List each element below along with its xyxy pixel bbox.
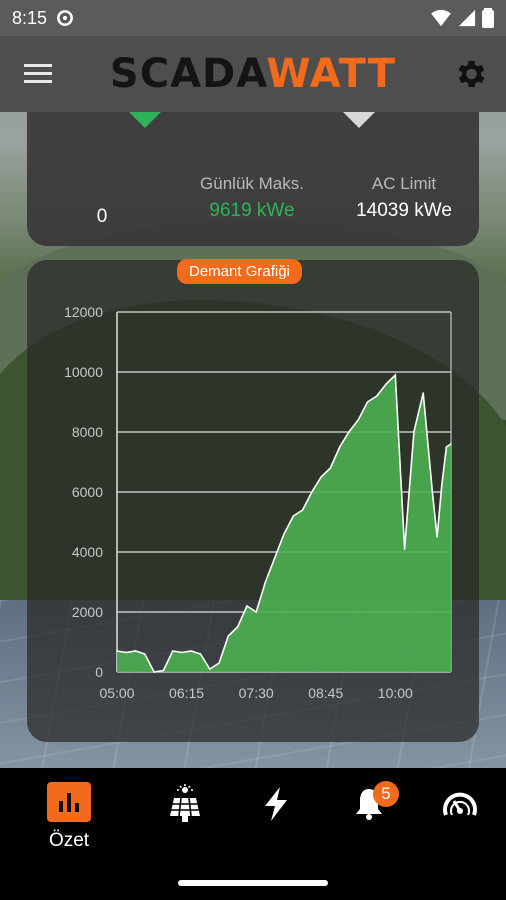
solar-panel-icon: [163, 782, 207, 826]
data-point: [436, 536, 438, 538]
nav-item-notifications[interactable]: 5: [339, 781, 399, 852]
data-point: [116, 650, 118, 652]
data-point: [273, 557, 276, 559]
data-point: [450, 443, 452, 445]
data-point: [264, 581, 267, 583]
nav-label-summary: Özet: [48, 830, 90, 851]
data-point: [125, 651, 128, 654]
data-point: [227, 635, 230, 637]
y-tick-label: 4000: [72, 544, 103, 560]
data-point: [134, 650, 137, 652]
x-tick-label: 08:45: [308, 685, 343, 701]
data-point: [348, 431, 350, 433]
data-point: [445, 446, 448, 448]
data-point: [199, 653, 202, 655]
daily-max-label: Günlük Maks.: [200, 174, 304, 193]
settings-gear-status-icon: [57, 10, 73, 26]
settings-gear-icon[interactable]: [452, 56, 488, 92]
y-tick-label: 6000: [72, 484, 103, 500]
x-tick-label: 10:00: [378, 685, 413, 701]
summary-card: 0 Günlük Maks. 9619 kWe AC Limit 14039 k…: [27, 100, 479, 246]
data-point: [403, 548, 406, 550]
data-point: [144, 653, 146, 655]
data-point: [329, 467, 332, 469]
data-point: [385, 383, 387, 385]
ac-limit-stat: AC Limit 14039 kWe: [339, 174, 469, 222]
wifi-icon: [431, 9, 451, 27]
data-point: [431, 491, 434, 493]
nav-item-solar[interactable]: [155, 782, 215, 852]
left-stat: 0: [82, 200, 122, 228]
x-tick-label: 06:15: [169, 685, 204, 701]
left-stat-value: 0: [96, 206, 108, 227]
ac-limit-label: AC Limit: [371, 174, 437, 193]
data-point: [422, 392, 424, 394]
data-point: [292, 515, 295, 517]
x-tick-label: 05:00: [99, 685, 134, 701]
app-logo: SCADAWATT: [109, 51, 397, 97]
y-tick-label: 12000: [64, 304, 103, 320]
data-point: [311, 491, 313, 493]
data-point: [255, 611, 257, 613]
nav-item-power[interactable]: [246, 782, 306, 852]
y-tick-label: 2000: [72, 604, 103, 620]
daily-max-value: 9619 kWe: [209, 200, 295, 221]
data-point: [153, 671, 155, 673]
y-tick-label: 8000: [72, 424, 103, 440]
gauge-icon: [438, 782, 482, 826]
y-tick-label: 0: [95, 664, 103, 680]
nav-item-gauge[interactable]: [430, 782, 490, 852]
data-point: [208, 668, 211, 670]
lightning-icon: [254, 782, 298, 826]
bar-chart-icon: [47, 782, 91, 822]
demand-chart: 0 2000 4000 6000 8000 10000 12000 05:00 06:15 07:…: [64, 304, 452, 701]
ac-limit-value: 14039 kWe: [356, 200, 452, 221]
data-point: [162, 669, 165, 672]
data-point: [246, 605, 248, 607]
data-point: [357, 419, 360, 421]
data-point: [171, 650, 174, 652]
notification-badge: 5: [373, 781, 399, 807]
data-point: [236, 626, 239, 628]
data-point: [301, 509, 304, 511]
menu-icon[interactable]: [24, 63, 54, 85]
status-time: 8:15: [12, 7, 48, 28]
green-indicator-icon: [129, 112, 161, 128]
white-indicator-icon: [343, 112, 375, 128]
data-point: [181, 651, 183, 654]
signal-icon: [458, 9, 476, 27]
data-point: [375, 395, 378, 397]
app-bar: SCADAWATT: [0, 36, 506, 112]
data-point: [413, 431, 415, 433]
data-point: [394, 374, 397, 376]
data-point: [283, 533, 285, 535]
data-point: [190, 650, 193, 652]
data-point: [338, 446, 341, 448]
status-bar: 8:15: [0, 0, 506, 36]
battery-icon: [482, 8, 494, 28]
data-point: [218, 662, 220, 664]
data-point: [320, 476, 322, 478]
demand-chart-card: Demant Grafiği 0 2000 4000 6000 8000 10000 120…: [27, 259, 479, 742]
y-tick-label: 10000: [64, 364, 103, 380]
data-point: [366, 401, 369, 403]
daily-max-stat: Günlük Maks. 9619 kWe: [187, 174, 317, 222]
home-indicator[interactable]: [178, 880, 328, 886]
x-tick-label: 07:30: [239, 685, 274, 701]
demand-area: [117, 375, 451, 672]
nav-item-summary[interactable]: Özet: [39, 782, 99, 852]
data-point: [440, 485, 443, 487]
